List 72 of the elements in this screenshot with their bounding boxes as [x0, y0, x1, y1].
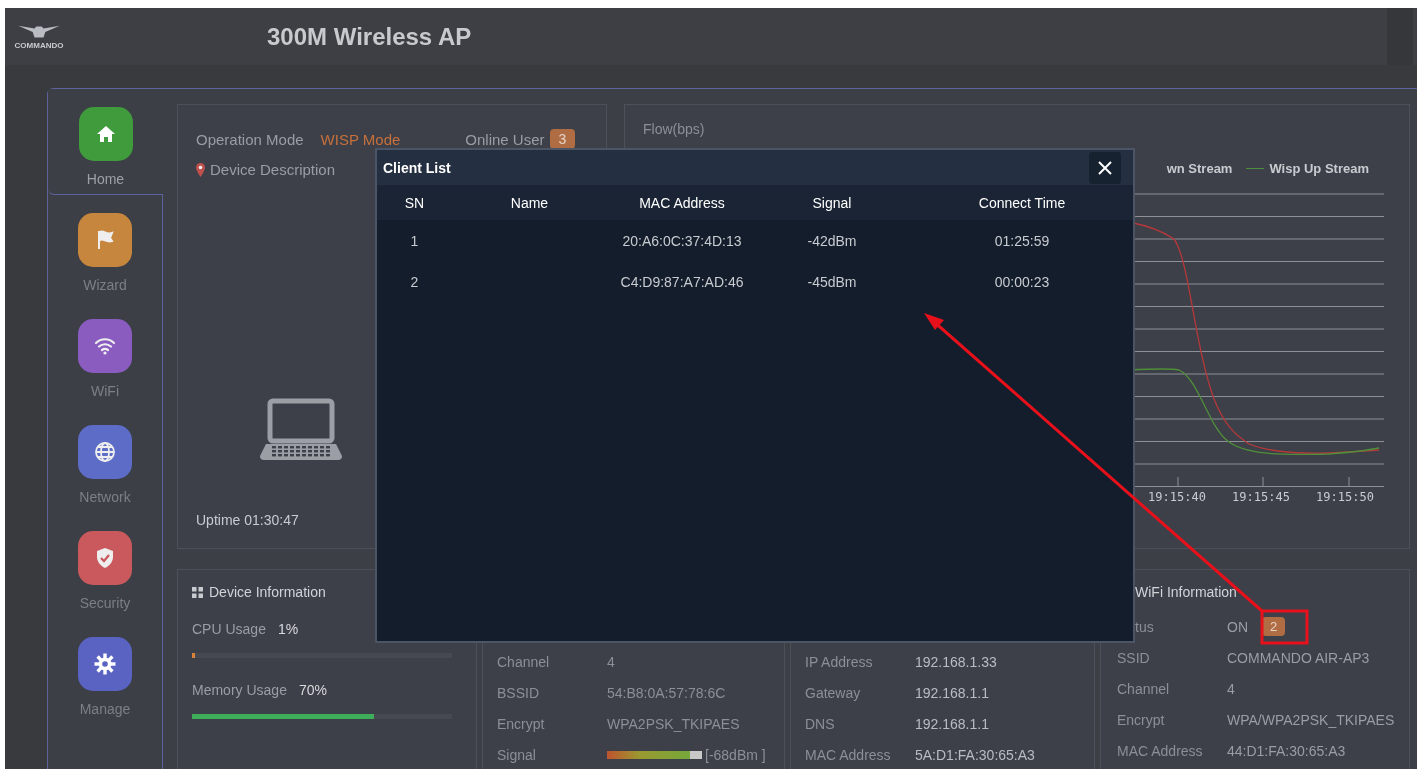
device-description-label: Device Description [210, 161, 336, 178]
field-label: Channel [1117, 680, 1171, 697]
field-value: 5A:D1:FA:30:65:A3 [915, 746, 1035, 763]
table-cell: 20:A6:0C:37:4D:13 [622, 232, 742, 249]
table-cell: C4:D9:87:A7:AD:46 [620, 273, 744, 290]
sidebar-item[interactable]: WiFi [48, 301, 162, 407]
close-icon [1098, 160, 1112, 175]
field-label: BSSID [497, 684, 540, 701]
field-value: 192.168.1.33 [915, 653, 997, 670]
table-cell: 1 [410, 232, 419, 249]
column-header: Connect Time [977, 194, 1067, 211]
field-label: Channel [497, 653, 551, 670]
page-title: 300M Wireless AP [267, 22, 472, 51]
laptop-icon [260, 398, 342, 460]
online-user-label: Online User [465, 130, 545, 148]
client-count-badge[interactable]: 2 [1262, 617, 1286, 636]
field-value: 192.168.1.1 [915, 715, 989, 732]
sidebar-item[interactable]: Security [48, 513, 162, 619]
table-cell: -45dBm [807, 273, 857, 290]
table-cell: -42dBm [807, 232, 857, 249]
field-label: IP Address [805, 653, 874, 670]
meter-reading: 1% [277, 621, 299, 637]
field-label: Encrypt [1117, 711, 1166, 728]
field-label: MAC Address [805, 746, 892, 763]
legend-label[interactable]: wn Stream [1166, 161, 1233, 176]
table-cell: 01:25:59 [994, 232, 1050, 249]
online-user-count[interactable]: 3 [549, 129, 576, 149]
close-button[interactable] [1089, 151, 1121, 184]
highlight-rectangle [1260, 609, 1309, 645]
field-value: 192.168.1.1 [915, 684, 989, 701]
field-label: DNS [805, 715, 836, 732]
location-pin-icon [196, 162, 205, 177]
meter-label: Memory Usage [192, 682, 287, 698]
meter-reading: 70% [298, 682, 327, 698]
sidebar-item[interactable]: Wizard [48, 195, 162, 301]
operation-mode-value: WISP Mode [320, 130, 401, 148]
field-value: WPA2PSK_TKIPAES [607, 715, 740, 732]
sidebar-item[interactable]: Home [48, 89, 163, 195]
column-header: Signal [811, 194, 853, 211]
field-label: Signal [497, 746, 537, 763]
meter-label: CPU Usage [192, 621, 266, 637]
table-cell: 00:00:23 [994, 273, 1050, 290]
field-label: Gateway [805, 684, 862, 701]
field-label: Encrypt [497, 715, 546, 732]
column-header: Name [509, 194, 550, 211]
field-value: 54:B8:0A:57:78:6C [607, 684, 726, 701]
field-value: WPA/WPA2PSK_TKIPAES [1227, 711, 1395, 728]
field-label: MAC Address [1117, 742, 1204, 759]
field-value: 4 [1227, 680, 1235, 697]
legend-label[interactable]: Wisp Up Stream [1269, 161, 1369, 176]
card-title: WiFi Information [1135, 584, 1237, 600]
field-value: COMMANDO AIR-AP3 [1227, 649, 1370, 666]
column-header: SN [403, 194, 426, 211]
axis-tick-label: 19:15:50 [1315, 490, 1375, 504]
column-header: MAC Address [638, 194, 726, 211]
axis-tick-label: 19:15:45 [1231, 490, 1291, 504]
flow-title: Flow(bps) [643, 121, 706, 137]
field-label: SSID [1117, 649, 1151, 666]
uptime-text: Uptime 01:30:47 [196, 512, 300, 528]
operation-mode-label: Operation Mode [196, 130, 304, 148]
sidebar-item[interactable]: Network [48, 407, 162, 513]
table-cell: 2 [410, 273, 419, 290]
dialog-title: Client List [383, 159, 451, 176]
field-value: 4 [607, 653, 615, 670]
axis-tick-label: 19:15:40 [1147, 490, 1207, 504]
field-value: 44:D1:FA:30:65:A3 [1227, 742, 1346, 759]
grid-icon [192, 586, 203, 598]
logo-text: COMMANDO [14, 41, 64, 50]
sidebar-item[interactable]: Manage [48, 619, 162, 725]
status-value: ON [1227, 618, 1248, 635]
card-title: Device Information [209, 584, 326, 600]
field-label: tus [1134, 618, 1155, 635]
